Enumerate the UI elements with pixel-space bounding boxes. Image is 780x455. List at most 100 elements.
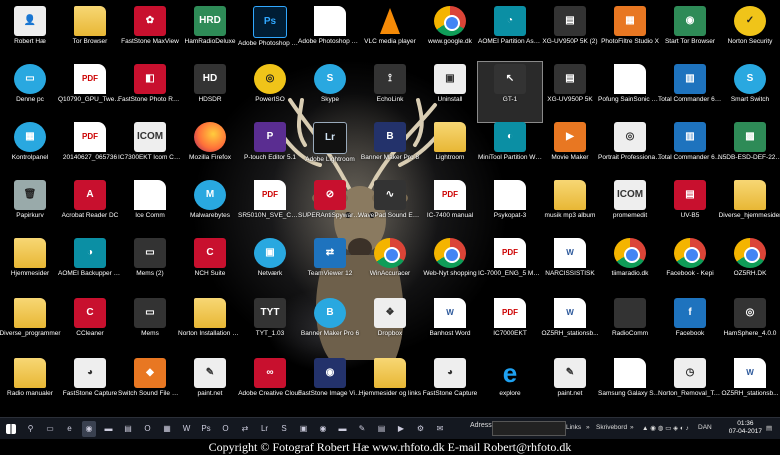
- mail-taskbar-icon[interactable]: ✉: [433, 421, 447, 437]
- desktop-icon[interactable]: WinAccuracer: [358, 236, 422, 296]
- desktop-icon[interactable]: Tor Browser: [58, 4, 122, 64]
- notification-icon[interactable]: ▤: [766, 424, 772, 432]
- desktop-icon[interactable]: ▤ UV-B5: [658, 178, 722, 238]
- desktop-icon[interactable]: PDF 20140627_065736: [58, 120, 122, 180]
- search-icon[interactable]: ⚲: [24, 421, 38, 437]
- desktop-icon[interactable]: Diverse_programmer: [0, 296, 62, 356]
- desktop-icon[interactable]: Lightroom: [418, 120, 482, 180]
- desktop-icon[interactable]: ◐ MiniTool Partition Wizard: [478, 120, 542, 180]
- desktop-icon[interactable]: ◕ FastStone Capture: [418, 356, 482, 416]
- desktop-icon[interactable]: W NARCISSISTISK: [538, 236, 602, 296]
- chevron-icon[interactable]: »: [630, 424, 634, 431]
- desktop-icon[interactable]: Pofung SainSonic GT-1: [598, 62, 662, 122]
- skype-taskbar-icon[interactable]: S: [277, 421, 291, 437]
- desktop-icon[interactable]: W OZ5RH_stationsb...: [718, 356, 780, 416]
- calculator-icon[interactable]: ▦: [160, 421, 174, 437]
- desktop-icon[interactable]: ▤ XG-UV950P 5K (2): [538, 4, 602, 64]
- desktop-icon[interactable]: 🗑 Papirkurv: [0, 178, 62, 238]
- desktop-icon[interactable]: OZ5RH.DK: [718, 236, 780, 296]
- desktop-icon[interactable]: www.google.dk: [418, 4, 482, 64]
- file-explorer-icon[interactable]: ▬: [102, 421, 116, 437]
- desktop-icon[interactable]: ✎ paint.net: [538, 356, 602, 416]
- word-taskbar-icon[interactable]: W: [180, 421, 194, 437]
- desktop-icon[interactable]: ↖ GT-1: [477, 61, 543, 123]
- task-view-icon[interactable]: ▭: [43, 421, 57, 437]
- desktop-icon[interactable]: S Smart Switch: [718, 62, 780, 122]
- desktop-icon[interactable]: ▥ Total Commander 64 bit (2): [658, 62, 722, 122]
- desktop-icon[interactable]: HD HDSDR: [178, 62, 242, 122]
- photo-taskbar-icon[interactable]: ▣: [297, 421, 311, 437]
- desktop-icon[interactable]: ◔ AOMEI Partition Assistant Pro Editi...: [478, 4, 542, 64]
- outlook-taskbar-icon[interactable]: O: [219, 421, 233, 437]
- desktop-icon[interactable]: HRD HamRadioDeluxe: [178, 4, 242, 64]
- desktop-icon[interactable]: ▣ Uninstall: [418, 62, 482, 122]
- start-windows-icon[interactable]: [4, 421, 18, 437]
- desktop-icon[interactable]: ◉ Start Tor Browser: [658, 4, 722, 64]
- outlook-icon[interactable]: O: [141, 421, 155, 437]
- desktop-icon[interactable]: Lr Adobe Lightroom: [298, 120, 362, 180]
- desktop-icon[interactable]: C CCleaner: [58, 296, 122, 356]
- desktop-icon[interactable]: ⇄ TeamViewer 12: [298, 236, 362, 296]
- desktop-icon[interactable]: ▭ Mems: [118, 296, 182, 356]
- desktop-icon[interactable]: ▭ Denne pc: [0, 62, 62, 122]
- desktop-icon[interactable]: ◷ Norton_Removal_Tool: [658, 356, 722, 416]
- desktop-icon[interactable]: A Acrobat Reader DC: [58, 178, 122, 238]
- desktop-icon[interactable]: M Malwarebytes: [178, 178, 242, 238]
- media-taskbar-icon[interactable]: ▶: [394, 421, 408, 437]
- desktop-icon[interactable]: PDF Q10790_GPU_Tweak...: [58, 62, 122, 122]
- desktop-icon[interactable]: Psykopat-3: [478, 178, 542, 238]
- notes-taskbar-icon[interactable]: ▤: [375, 421, 389, 437]
- desktop-icon[interactable]: Hjemmesider: [0, 236, 62, 296]
- chrome-taskbar-icon-2[interactable]: ◉: [316, 421, 330, 437]
- desktop-icon[interactable]: VLC media player: [358, 4, 422, 64]
- desktop-icon[interactable]: ◧ FastStone Photo Resizer: [118, 62, 182, 122]
- desktop-icon[interactable]: ▥ Total Commander 64 bit: [658, 120, 722, 180]
- desktop-icon[interactable]: TYT TYT_1.03: [238, 296, 302, 356]
- desktop-icon[interactable]: ✿ FastStone MaxView: [118, 4, 182, 64]
- desktop-icon[interactable]: ▣ Netværk: [238, 236, 302, 296]
- desktop-icon[interactable]: musik mp3 album: [538, 178, 602, 238]
- clock[interactable]: 01:36 07-04-2017: [729, 420, 762, 436]
- desktop-icon[interactable]: S Skype: [298, 62, 362, 122]
- desktop-icon[interactable]: ◆ Switch Sound File Converter: [118, 356, 182, 416]
- desktop-icon[interactable]: Radio manualer: [0, 356, 62, 416]
- links-toolbar[interactable]: Links: [566, 424, 581, 431]
- desktop-icon[interactable]: ▩ N5DB-ESD-DEF-22.6...: [718, 120, 780, 180]
- desktop-icon[interactable]: Mozilla Firefox: [178, 120, 242, 180]
- desktop-icon[interactable]: Samsung Galaxy S7 edge - Genvej (2): [598, 356, 662, 416]
- desktop-icon[interactable]: ICOM promemedit: [598, 178, 662, 238]
- desktop-icon[interactable]: B Banner Maker Pro 8: [358, 120, 422, 180]
- desktop-icon[interactable]: Adobe Photoshop CC 2015.5: [298, 4, 362, 64]
- desktop-icon[interactable]: e explore: [478, 356, 542, 416]
- desktop-icon[interactable]: ⊘ SUPERAntiSpyware Professional: [298, 178, 362, 238]
- desktop-icon[interactable]: f Facebook: [658, 296, 722, 356]
- desktop-icon[interactable]: P P-touch Editor 5.1: [238, 120, 302, 180]
- desktop-icon[interactable]: ◑ AOMEI Backupper Professional: [58, 236, 122, 296]
- desktop-toolbar[interactable]: Skrivebord: [596, 424, 627, 431]
- desktop-icon[interactable]: ▦ PhotoFiltre Studio X: [598, 4, 662, 64]
- desktop-icon[interactable]: tiimaradio.dk: [598, 236, 662, 296]
- tray-icons[interactable]: ▲ ◉ ◍ ▭ ◈ ◐ ♪: [642, 424, 689, 432]
- teamviewer-taskbar-icon[interactable]: ⇄: [238, 421, 252, 437]
- edge-icon[interactable]: e: [63, 421, 77, 437]
- language-indicator[interactable]: DAN: [698, 424, 712, 431]
- desktop-icon[interactable]: ◎ PowerISO: [238, 62, 302, 122]
- desktop-icon[interactable]: W Banhost Word: [418, 296, 482, 356]
- desktop-icon[interactable]: B Banner Maker Pro 6: [298, 296, 362, 356]
- desktop-icon[interactable]: Facebook - Kepi: [658, 236, 722, 296]
- desktop-icon[interactable]: RadioComm: [598, 296, 662, 356]
- desktop[interactable]: 👤 Robert Hæ Tor Browser ✿ FastStone MaxView H…: [0, 0, 780, 417]
- desktop-icon[interactable]: ▭ Mems (2): [118, 236, 182, 296]
- desktop-icon[interactable]: ◎ Portrait Professional 11: [598, 120, 662, 180]
- lightroom-taskbar-icon[interactable]: Lr: [258, 421, 272, 437]
- desktop-icon[interactable]: Hjemmesider og links: [358, 356, 422, 416]
- desktop-icon[interactable]: ▤ XG-UV950P 5K: [538, 62, 602, 122]
- desktop-icon[interactable]: ◕ FastStone Capture: [58, 356, 122, 416]
- desktop-icon[interactable]: PDF IC7000EKT: [478, 296, 542, 356]
- desktop-icon[interactable]: ∞ Adobe Creative Cloud: [238, 356, 302, 416]
- desktop-icon[interactable]: ⟟ EchoLink: [358, 62, 422, 122]
- desktop-icon[interactable]: Diverse_hjemmesider: [718, 178, 780, 238]
- photoshop-taskbar-icon[interactable]: Ps: [199, 421, 213, 437]
- desktop-icon[interactable]: PDF SR5010N_SVE_CD-Rom: [238, 178, 302, 238]
- desktop-icon[interactable]: ◎ HamSphere_4.0.0: [718, 296, 780, 356]
